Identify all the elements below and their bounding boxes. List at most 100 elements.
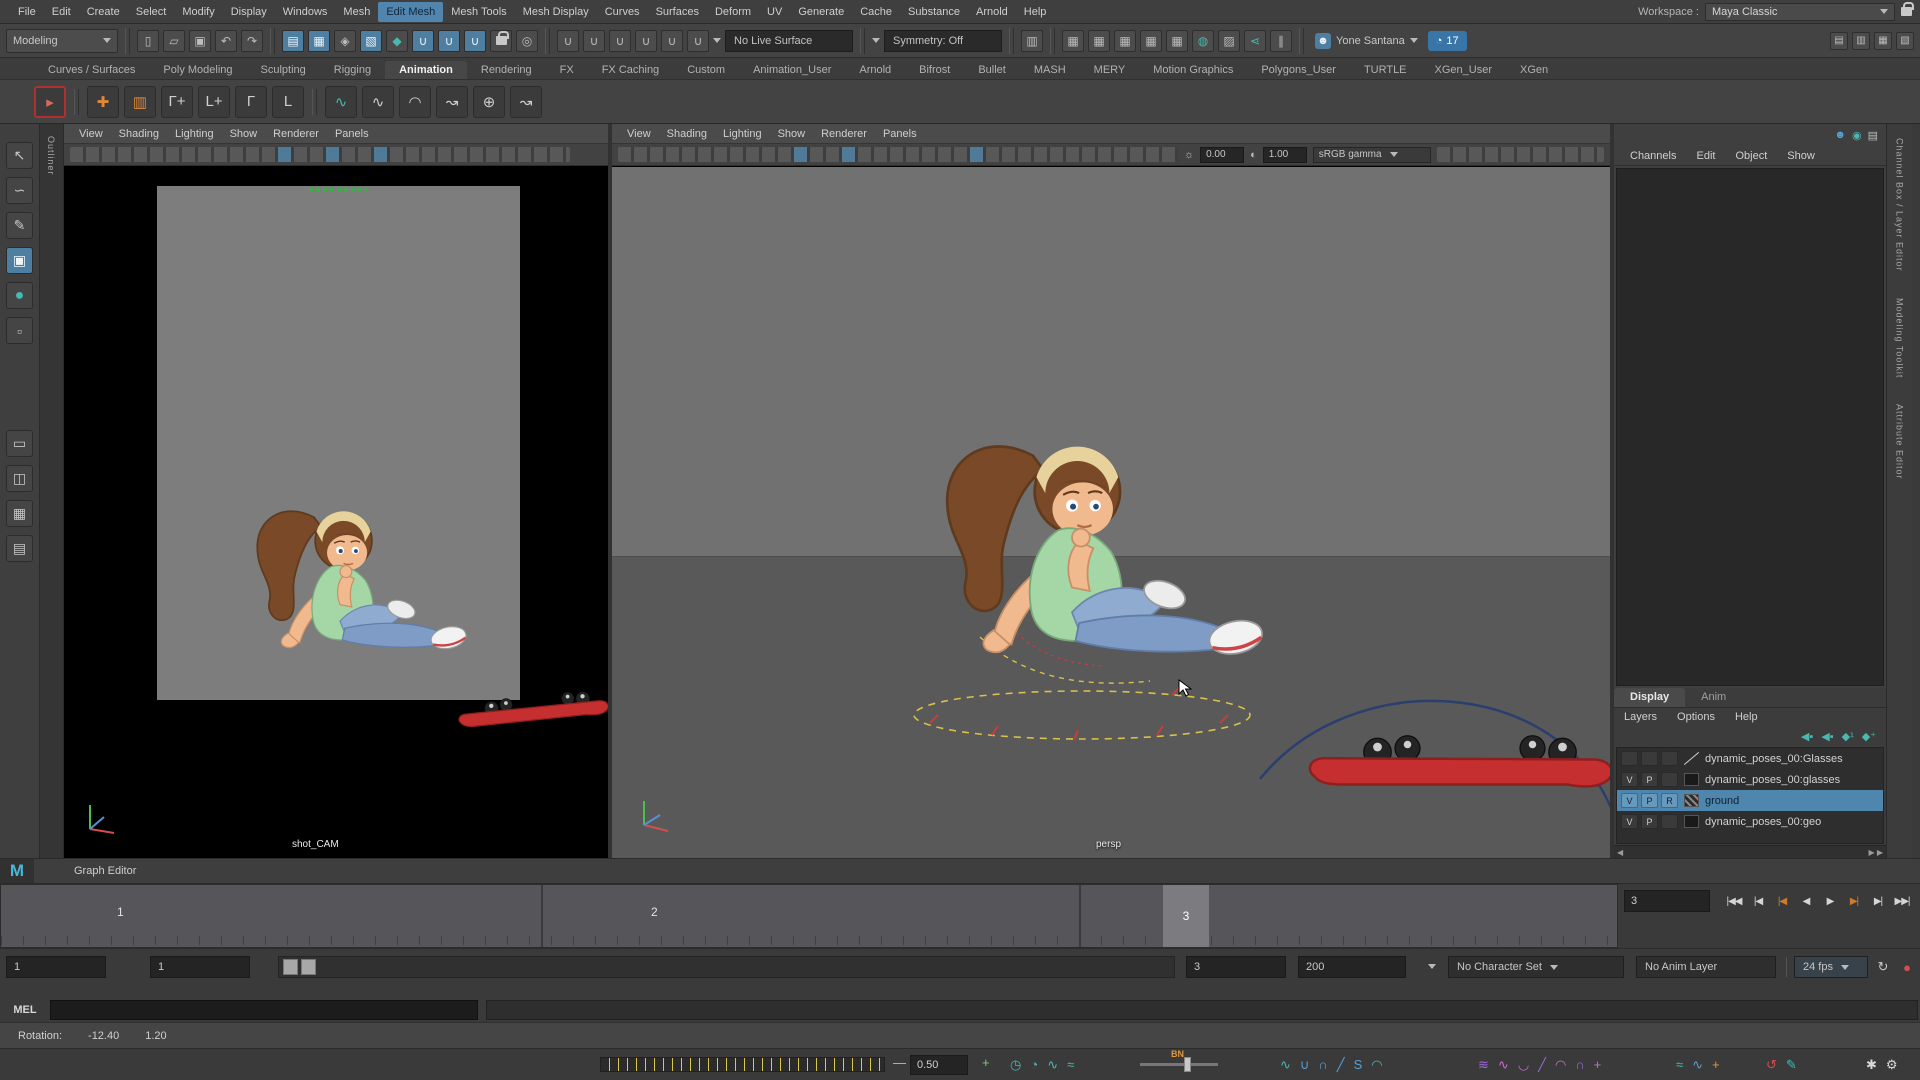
channel-box-menu-item[interactable]: Channels bbox=[1622, 148, 1684, 164]
lasso-tool-icon[interactable]: ∽ bbox=[6, 177, 33, 204]
menu-item[interactable]: Windows bbox=[275, 2, 336, 22]
snap-point-icon[interactable]: ∪ bbox=[464, 30, 486, 52]
new-scene-icon[interactable]: ▯ bbox=[137, 30, 159, 52]
snap-toggle-icon[interactable]: ◆ bbox=[386, 30, 408, 52]
lock-selection-icon[interactable] bbox=[490, 30, 512, 52]
viewport-menu-item[interactable]: View bbox=[72, 126, 110, 142]
scale-tool-icon[interactable]: ▫ bbox=[6, 317, 33, 344]
shelf-tab[interactable]: XGen bbox=[1506, 61, 1562, 79]
shelf-tab[interactable]: Bifrost bbox=[905, 61, 964, 79]
shelf-tab[interactable]: Sculpting bbox=[247, 61, 320, 79]
highlight-selection-icon[interactable]: ▧ bbox=[360, 30, 382, 52]
persp-canvas[interactable]: persp bbox=[612, 167, 1610, 858]
chevron-down-icon[interactable] bbox=[872, 38, 880, 43]
scroll-right-icon[interactable]: ▶ ▶ bbox=[1868, 848, 1883, 857]
viewport-toolbar-icons[interactable] bbox=[618, 147, 1178, 162]
new-layer-icon[interactable]: ◆⁺ bbox=[1862, 730, 1876, 743]
menu-item[interactable]: Arnold bbox=[968, 2, 1016, 22]
breakdown-key-icon[interactable]: L bbox=[272, 86, 304, 118]
curve-filter-icon[interactable]: + bbox=[1712, 1055, 1720, 1075]
transport-button[interactable]: ▶| bbox=[1866, 889, 1890, 913]
layer-visibility-toggle[interactable]: V bbox=[1621, 793, 1638, 808]
menu-item[interactable]: Cache bbox=[852, 2, 900, 22]
workspace-lock-icon[interactable] bbox=[1901, 7, 1912, 16]
fps-selector[interactable]: 24 fps bbox=[1794, 956, 1868, 978]
tab-attribute-editor[interactable]: Attribute Editor bbox=[1895, 404, 1905, 480]
menu-item[interactable]: Modify bbox=[174, 2, 222, 22]
snap-magnet-3-icon[interactable]: ∪ bbox=[609, 30, 631, 52]
menu-item[interactable]: Mesh bbox=[335, 2, 378, 22]
hypershade-icon[interactable]: ▦ bbox=[1140, 30, 1162, 52]
transport-button[interactable]: |◀ bbox=[1746, 889, 1770, 913]
blend-value-field[interactable]: 0.50 bbox=[910, 1055, 968, 1075]
move-layer-up-icon[interactable]: ◀▪ bbox=[1801, 730, 1813, 743]
gamma-field[interactable]: 1.00 bbox=[1263, 147, 1307, 163]
viewport-menu-item[interactable]: Renderer bbox=[814, 126, 874, 142]
playblast-icon[interactable]: ▸ bbox=[34, 86, 66, 118]
ipr-render-icon[interactable]: ⋖ bbox=[1244, 30, 1266, 52]
command-line-language-label[interactable]: MEL bbox=[0, 1004, 50, 1016]
layer-scrollbar[interactable]: ◀ ▶ ▶ bbox=[1614, 845, 1886, 858]
layout-four-pane-icon[interactable]: ▦ bbox=[6, 500, 33, 527]
snap-grid-icon[interactable]: ∪ bbox=[412, 30, 434, 52]
viewport-toolbar-icons[interactable] bbox=[1437, 147, 1604, 162]
create-cluster-icon[interactable]: ⊕ bbox=[473, 86, 505, 118]
shelf-tab[interactable]: Rigging bbox=[320, 61, 385, 79]
curve-filter-icon[interactable]: ∿ bbox=[1692, 1055, 1703, 1075]
color-space-selector[interactable]: sRGB gamma bbox=[1313, 147, 1431, 163]
select-hierarchy-icon[interactable]: ▤ bbox=[282, 30, 304, 52]
channel-box-menu-item[interactable]: Object bbox=[1727, 148, 1775, 164]
menu-item[interactable]: Generate bbox=[790, 2, 852, 22]
command-line-input[interactable] bbox=[50, 1000, 478, 1020]
key-edit-icon[interactable]: ◡ bbox=[1518, 1055, 1529, 1075]
select-object-icon[interactable]: ▦ bbox=[308, 30, 330, 52]
outliner-tab-label[interactable]: Outliner bbox=[46, 136, 56, 176]
tangent-preset-icon[interactable]: ◠ bbox=[1371, 1055, 1382, 1075]
menu-item[interactable]: Edit bbox=[44, 2, 79, 22]
exposure-field[interactable]: 0.00 bbox=[1200, 147, 1244, 163]
layer-editor-tab[interactable]: Anim bbox=[1685, 688, 1742, 707]
graph-editor-bar[interactable]: M Graph Editor bbox=[0, 858, 1920, 884]
anim-toggle-icon[interactable]: ∿ bbox=[1047, 1055, 1058, 1075]
tangent-preset-icon[interactable]: S bbox=[1354, 1055, 1363, 1075]
save-scene-icon[interactable]: ▣ bbox=[189, 30, 211, 52]
node-editor-icon[interactable]: ▦ bbox=[1114, 30, 1136, 52]
layout-single-icon[interactable]: ▭ bbox=[6, 430, 33, 457]
workspace-selector[interactable]: Maya Classic bbox=[1705, 3, 1895, 21]
menu-item[interactable]: Select bbox=[128, 2, 175, 22]
open-scene-icon[interactable]: ▱ bbox=[163, 30, 185, 52]
shelf-tab[interactable]: FX bbox=[546, 61, 588, 79]
shelf-tab[interactable]: Rendering bbox=[467, 61, 546, 79]
layer-row[interactable]: V P dynamic_poses_00:geo bbox=[1617, 811, 1883, 832]
layer-visibility-toggle[interactable]: V bbox=[1621, 814, 1638, 829]
viewport-icon-bar[interactable] bbox=[64, 144, 608, 166]
layer-row[interactable]: V P R ground bbox=[1617, 790, 1883, 811]
key-edit-icon[interactable]: ∿ bbox=[1498, 1055, 1509, 1075]
shelf-tab[interactable]: XGen_User bbox=[1421, 61, 1506, 79]
undo-icon[interactable]: ↶ bbox=[215, 30, 237, 52]
shelf-tab[interactable]: TURTLE bbox=[1350, 61, 1421, 79]
exposure-icon[interactable]: ☼ bbox=[1184, 149, 1194, 161]
linear-tangent-icon[interactable]: ↝ bbox=[436, 86, 468, 118]
settings-icon[interactable]: ✱ bbox=[1866, 1055, 1877, 1075]
layer-playback-toggle[interactable] bbox=[1641, 751, 1658, 766]
spline-tangent-icon[interactable]: ∿ bbox=[362, 86, 394, 118]
menu-item[interactable]: Deform bbox=[707, 2, 759, 22]
channel-box-menu-item[interactable]: Edit bbox=[1688, 148, 1723, 164]
playback-end-field[interactable]: 3 bbox=[1186, 956, 1286, 978]
chevron-down-icon[interactable] bbox=[1428, 964, 1436, 969]
range-start-handle[interactable] bbox=[283, 959, 298, 975]
sidebar-toggle-1-icon[interactable]: ▤ bbox=[1830, 32, 1848, 50]
key-edit-icon[interactable]: ╱ bbox=[1538, 1055, 1546, 1075]
transport-button[interactable]: ▶▶| bbox=[1890, 889, 1914, 913]
pin-panel-icon[interactable]: ◉ bbox=[1852, 129, 1862, 142]
render-globe-icon[interactable]: ◍ bbox=[1192, 30, 1214, 52]
layer-row[interactable]: dynamic_poses_00:Glasses bbox=[1617, 748, 1883, 769]
snap-magnet-5-icon[interactable]: ∪ bbox=[661, 30, 683, 52]
tangent-preset-icon[interactable]: ∿ bbox=[1280, 1055, 1291, 1075]
shelf-tab[interactable]: FX Caching bbox=[588, 61, 673, 79]
time-slider-playhead[interactable]: 3 bbox=[1163, 885, 1209, 947]
menu-item[interactable]: Create bbox=[79, 2, 128, 22]
select-component-icon[interactable]: ◈ bbox=[334, 30, 356, 52]
sidebar-toggle-4-icon[interactable]: ▧ bbox=[1896, 32, 1914, 50]
